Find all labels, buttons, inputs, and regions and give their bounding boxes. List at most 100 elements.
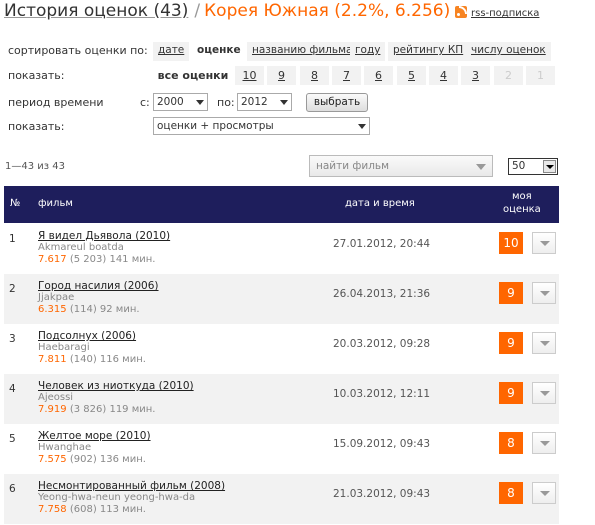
film-title-link[interactable]: Город насилия (2006) — [38, 280, 159, 292]
col-my-rating-line2: оценка — [503, 204, 541, 215]
film-meta: 7.617 (5 203) 141 мин. — [38, 254, 155, 265]
show-filter-row: показать: все оценки 10 9 8 7 6 5 4 3 2 … — [8, 66, 568, 86]
film-meta: 7.758 (608) 113 мин. — [38, 504, 146, 515]
show-type-select[interactable]: оценки + просмотры — [153, 117, 370, 135]
chevron-down-icon — [543, 160, 556, 173]
film-original-title: Akmareul boatda — [38, 242, 124, 253]
film-duration: 141 мин. — [109, 254, 156, 265]
period-to-select[interactable]: 2012 — [237, 93, 292, 111]
film-votes: (5 203) — [69, 254, 107, 265]
film-title-link[interactable]: Человек из ниоткуда (2010) — [38, 380, 194, 392]
film-meta: 7.811 (140) 116 мин. — [38, 354, 146, 365]
table-row: 4 Человек из ниоткуда (2010) Ajeossi 7.9… — [4, 374, 559, 424]
filter-9[interactable]: 9 — [267, 66, 296, 85]
filter-1: 1 — [526, 66, 555, 85]
table-row: 1 Я видел Дьявола (2010) Akmareul boatda… — [4, 224, 559, 274]
film-title-link[interactable]: Желтое море (2010) — [38, 430, 151, 442]
my-score: 9 — [499, 332, 523, 354]
film-title-link[interactable]: Подсолнух (2006) — [38, 330, 136, 342]
film-title-link[interactable]: Я видел Дьявола (2010) — [38, 230, 170, 242]
period-from-value: 2000 — [157, 96, 184, 108]
period-from-label: с: — [140, 96, 150, 109]
film-votes: (140) — [69, 354, 97, 365]
sort-by-kp-rating[interactable]: рейтингу КП — [388, 42, 469, 61]
show-filter-label: показать: — [8, 69, 65, 82]
sort-by-year[interactable]: году — [350, 42, 386, 61]
rss-link[interactable]: rss-подписка — [455, 6, 539, 19]
score-dropdown-button[interactable] — [532, 232, 556, 254]
film-kp-rating: 7.575 — [38, 454, 67, 465]
header-separator: / — [194, 1, 201, 21]
col-date: дата и время — [345, 198, 415, 209]
row-number: 5 — [9, 433, 16, 445]
film-meta: 7.575 (902) 136 мин. — [38, 454, 146, 465]
score-dropdown-button[interactable] — [532, 432, 556, 454]
row-number: 3 — [9, 333, 16, 345]
row-number: 2 — [9, 283, 16, 295]
score-dropdown-button[interactable] — [532, 282, 556, 304]
period-from-select[interactable]: 2000 — [153, 93, 208, 111]
show-type-row: показать: оценки + просмотры — [8, 117, 568, 137]
film-original-title: Ajeossi — [38, 392, 74, 403]
find-film-placeholder: найти фильм — [316, 160, 390, 172]
film-votes: (3 826) — [69, 404, 107, 415]
film-meta: 7.919 (3 826) 119 мин. — [38, 404, 155, 415]
film-original-title: Jjakpae — [38, 292, 75, 303]
period-label: период времени — [8, 96, 104, 109]
row-number: 1 — [9, 233, 16, 245]
table-header: № фильм дата и время моя оценка — [4, 186, 559, 223]
sort-by-rating[interactable]: оценке — [192, 42, 246, 61]
sort-label: сортировать оценки по: — [8, 44, 148, 57]
rating-date: 21.03.2012, 09:43 — [333, 488, 431, 500]
rss-icon — [455, 6, 467, 18]
table-row: 3 Подсолнух (2006) Haebaragi 7.811 (140)… — [4, 324, 559, 374]
chevron-down-icon — [476, 164, 486, 170]
chevron-down-icon — [193, 94, 207, 110]
film-duration: 92 мин. — [99, 304, 140, 315]
filter-10[interactable]: 10 — [235, 66, 264, 85]
filter-all[interactable]: все оценки — [153, 66, 233, 85]
filter-4[interactable]: 4 — [429, 66, 458, 85]
film-kp-rating: 7.811 — [38, 354, 67, 365]
score-dropdown-button[interactable] — [532, 382, 556, 404]
film-kp-rating: 6.315 — [38, 304, 67, 315]
film-kp-rating: 7.617 — [38, 254, 67, 265]
row-number: 6 — [9, 483, 16, 495]
film-meta: 6.315 (114) 92 мин. — [38, 304, 140, 315]
table-row: 5 Желтое море (2010) Hwanghae 7.575 (902… — [4, 424, 559, 474]
filter-7[interactable]: 7 — [332, 66, 361, 85]
film-duration: 136 мин. — [99, 454, 146, 465]
filter-5[interactable]: 5 — [397, 66, 426, 85]
my-score: 9 — [499, 282, 523, 304]
history-link[interactable]: История оценок (43) — [4, 1, 188, 21]
chevron-down-icon — [277, 94, 291, 110]
film-title-link[interactable]: Несмонтированный фильм (2008) — [38, 480, 225, 492]
period-row: период времени с: 2000 по: 2012 выбрать — [8, 93, 568, 113]
filter-2: 2 — [494, 66, 523, 85]
table-row: 2 Город насилия (2006) Jjakpae 6.315 (11… — [4, 274, 559, 324]
country-title: Корея Южная (2.2%, 6.256) — [204, 1, 451, 21]
filter-6[interactable]: 6 — [364, 66, 393, 85]
filter-8[interactable]: 8 — [300, 66, 329, 85]
score-dropdown-button[interactable] — [532, 332, 556, 354]
rating-date: 26.04.2013, 21:36 — [333, 288, 431, 300]
film-original-title: Haebaragi — [38, 342, 90, 353]
rating-date: 15.09.2012, 09:43 — [333, 438, 431, 450]
find-film-select[interactable]: найти фильм — [309, 155, 493, 177]
my-score: 8 — [499, 432, 523, 454]
period-apply-button[interactable]: выбрать — [306, 93, 368, 112]
filter-3[interactable]: 3 — [461, 66, 490, 85]
show-type-value: оценки + просмотры — [157, 120, 274, 132]
sort-by-votes[interactable]: числу оценок — [466, 42, 551, 61]
period-to-value: 2012 — [241, 96, 268, 108]
per-page-value: 50 — [512, 160, 526, 172]
rss-label: rss-подписка — [471, 8, 540, 19]
results-count: 1—43 из 43 — [5, 161, 65, 172]
score-dropdown-button[interactable] — [532, 482, 556, 504]
film-votes: (902) — [69, 454, 97, 465]
my-score: 8 — [499, 482, 523, 504]
sort-by-date[interactable]: дате — [153, 42, 190, 61]
per-page-select[interactable]: 50 — [508, 158, 558, 175]
rating-date: 20.03.2012, 09:28 — [333, 338, 431, 350]
sort-by-title[interactable]: названию фильма — [247, 42, 358, 61]
